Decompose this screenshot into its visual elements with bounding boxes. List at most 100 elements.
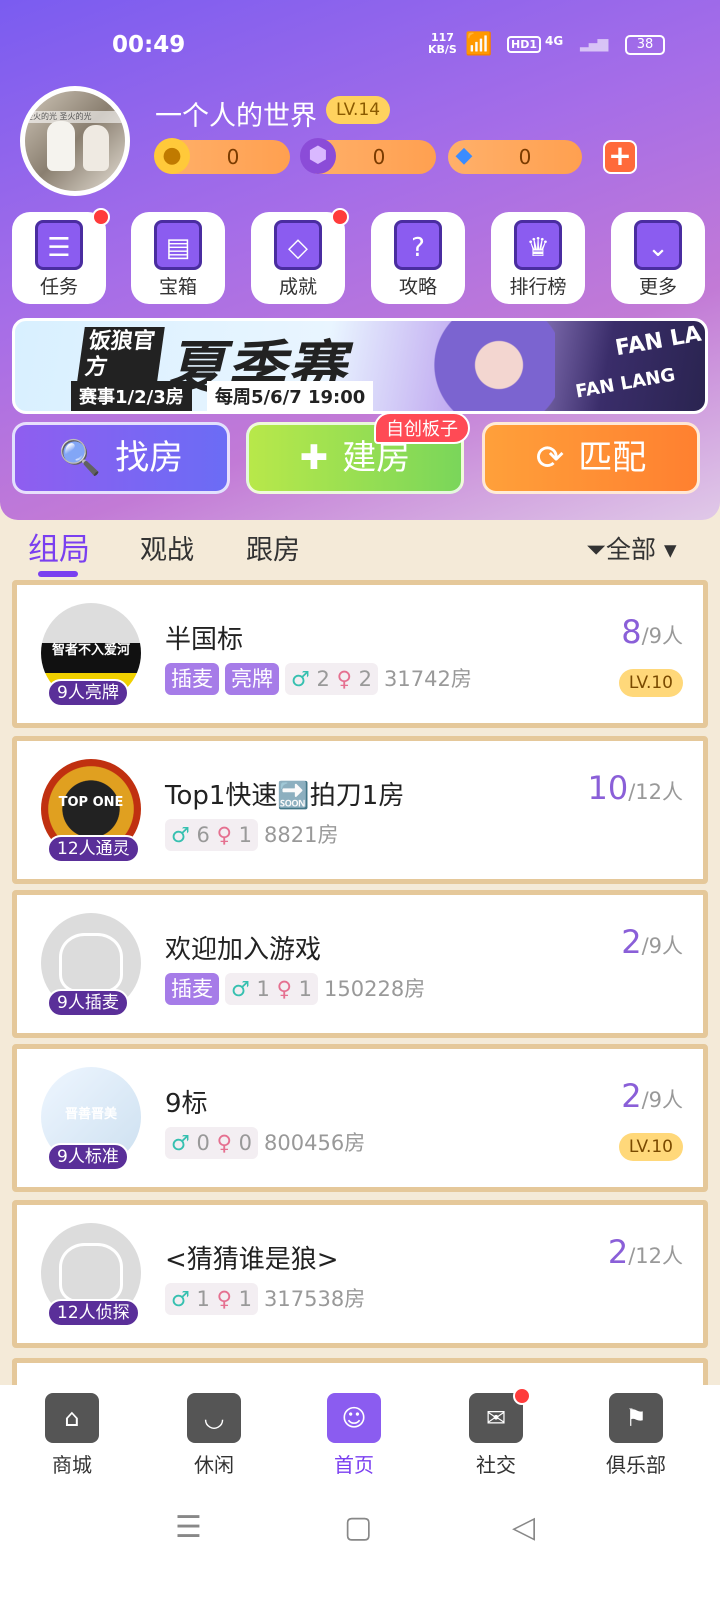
female-icon: ♀	[216, 823, 232, 847]
battery-icon: 38	[625, 35, 665, 55]
quick-action-0[interactable]: ☰ 任务	[12, 208, 110, 304]
player-count: 2/9人	[621, 1077, 683, 1115]
tab-follow[interactable]: 跟房	[246, 528, 300, 567]
find-room-button[interactable]: 🔍 找房	[12, 422, 230, 494]
male-icon: ♂	[231, 977, 250, 1001]
quick-action-label: 排行榜	[509, 276, 567, 298]
user-level-badge: LV.14	[326, 96, 391, 124]
female-icon: ♀	[216, 1131, 232, 1155]
room-card[interactable]: 智者不入爱河 9人亮牌 半国标 插麦 亮牌 ♂ 2 ♀ 2 31742房 8/9人 L…	[12, 580, 708, 728]
tab-watch[interactable]: 观战	[140, 528, 194, 567]
nav-label: 首页	[334, 1453, 374, 1477]
filter-icon: ⏷	[586, 535, 607, 564]
nav-item-2[interactable]: ☺ 首页	[304, 1393, 404, 1478]
chevron-down-icon: ▾	[656, 535, 677, 564]
room-tags: ♂ 6 ♀ 1 8821房	[165, 819, 338, 851]
summer-tournament-banner[interactable]: 饭狼官方 夏季赛 赛事1/2/3房 每周5/6/7 19:00 FAN LA F…	[12, 318, 708, 414]
room-card[interactable]: TOP ONE 12人通灵 Top1快速🔜拍刀1房 ♂ 6 ♀ 1 8821房 1…	[12, 736, 708, 884]
nav-item-1[interactable]: ◡ 休闲	[164, 1393, 264, 1478]
back-triangle-icon[interactable]: ◁	[512, 1510, 535, 1545]
quick-action-2[interactable]: ◇ 成就	[251, 208, 349, 304]
room-number: 317538房	[264, 1287, 366, 1311]
guide-book-icon: ?	[394, 220, 442, 270]
purple-gem-icon: ⬢	[300, 138, 336, 174]
room-card[interactable]: 12人侦探 <猜猜谁是狼> ♂ 1 ♀ 1 317538房 2/12人	[12, 1200, 708, 1348]
achievement-banner-icon: ◇	[274, 220, 322, 270]
room-tag: 插麦	[165, 973, 219, 1005]
banner-en-text-1: FAN LA	[613, 321, 704, 362]
banner-time: 每周5/6/7 19:00	[207, 381, 374, 411]
room-mode-badge: 9人亮牌	[47, 679, 129, 707]
male-icon: ♂	[171, 1287, 190, 1311]
chest-icon: ▤	[154, 220, 202, 270]
female-icon: ♀	[216, 1287, 232, 1311]
gem-balance[interactable]: ⬢ 0	[300, 138, 436, 174]
quick-action-label: 更多	[638, 276, 677, 298]
nav-item-3[interactable]: ✉ 社交	[446, 1387, 546, 1478]
room-number: 31742房	[384, 667, 472, 691]
tab-indicator	[38, 571, 78, 577]
room-thumb-text: 智者不入爱河	[51, 643, 130, 658]
room-tag: 亮牌	[225, 663, 279, 695]
room-level-badge: LV.10	[618, 1133, 683, 1161]
gender-count: ♂ 1 ♀ 1	[225, 973, 319, 1005]
home-square-icon[interactable]: ▢	[344, 1510, 372, 1545]
wolf-placeholder-icon	[59, 933, 123, 993]
female-icon: ♀	[336, 667, 352, 691]
nav-item-4[interactable]: ⚑ 俱乐部	[586, 1393, 686, 1478]
nav-label: 俱乐部	[606, 1453, 666, 1477]
gender-count: ♂ 2 ♀ 2	[285, 663, 379, 695]
quick-action-4[interactable]: ♛ 排行榜	[491, 212, 585, 304]
notification-dot	[331, 208, 349, 226]
custom-board-tag: 自创板子	[374, 412, 470, 444]
bottom-nav: ⌂ 商城 ◡ 休闲 ☺ 首页 ✉ 社交 ⚑ 俱乐部	[0, 1385, 720, 1600]
nav-label: 社交	[476, 1453, 516, 1477]
shop-icon: ⌂	[45, 1393, 99, 1443]
home-cards-icon: ☺	[327, 1393, 381, 1443]
network-speed: 117 KB/S	[428, 31, 457, 56]
quick-action-5[interactable]: ⌄ 更多	[611, 212, 705, 304]
room-card[interactable]: 9人插麦 欢迎加入游戏 插麦 ♂ 1 ♀ 1 150228房 2/9人	[12, 890, 708, 1038]
quick-action-1[interactable]: ▤ 宝箱	[131, 212, 225, 304]
player-count: 10/12人	[587, 769, 683, 807]
menu-icon[interactable]: ☰	[175, 1510, 202, 1545]
male-icon: ♂	[291, 667, 310, 691]
banner-en-text-2: FAN LANG	[573, 364, 677, 403]
room-thumb-text: TOP ONE	[58, 795, 124, 810]
banner-brand: 饭狼官方	[77, 327, 165, 381]
tab-group[interactable]: 组局	[28, 524, 90, 569]
status-bar: 00:49 117 KB/S 📶 HD1 4G ▂▄▆ 38	[0, 30, 720, 62]
user-name: 一个人的世界	[155, 101, 317, 132]
more-chevron-icon: ⌄	[634, 220, 682, 270]
nav-item-0[interactable]: ⌂ 商城	[22, 1393, 122, 1478]
room-tags: ♂ 1 ♀ 1 317538房	[165, 1283, 365, 1315]
quick-action-label: 攻略	[398, 276, 437, 298]
room-card[interactable]: 晋善晋美 9人标准 9标 ♂ 0 ♀ 0 800456房 2/9人 LV.10	[12, 1044, 708, 1192]
banner-character-art	[415, 321, 555, 411]
wifi-icon: 📶	[465, 32, 493, 57]
player-count: 2/12人	[607, 1233, 683, 1271]
recharge-plus-button[interactable]: +	[603, 140, 637, 174]
cell-signal-icon: 4G	[545, 34, 564, 48]
diamond-icon: ◆	[455, 143, 473, 168]
gender-count: ♂ 6 ♀ 1	[165, 819, 259, 851]
nav-label: 休闲	[194, 1453, 234, 1477]
room-level-badge: LV.10	[618, 669, 683, 697]
room-mode-badge: 12人通灵	[47, 835, 140, 863]
status-time: 00:49	[112, 32, 186, 58]
hd-icon: HD1	[507, 36, 541, 53]
room-number: 800456房	[264, 1131, 366, 1155]
avatar[interactable]: 圣火的光 圣火的光	[20, 86, 130, 196]
quick-action-3[interactable]: ? 攻略	[371, 212, 465, 304]
room-tabs: 组局 观战 跟房 ⏷全部 ▾	[0, 524, 720, 584]
room-tag: 插麦	[165, 663, 219, 695]
banner-schedule: 赛事1/2/3房	[71, 381, 192, 411]
room-title: 半国标	[165, 625, 244, 655]
coin-balance[interactable]: ● 0	[154, 138, 290, 174]
club-flag-icon: ⚑	[609, 1393, 663, 1443]
match-button[interactable]: ⟳ 匹配	[482, 422, 700, 494]
quick-action-label: 宝箱	[158, 276, 197, 298]
filter-dropdown[interactable]: ⏷全部 ▾	[586, 530, 677, 566]
diamond-balance[interactable]: ◆ 0	[448, 140, 582, 174]
male-icon: ♂	[171, 823, 190, 847]
